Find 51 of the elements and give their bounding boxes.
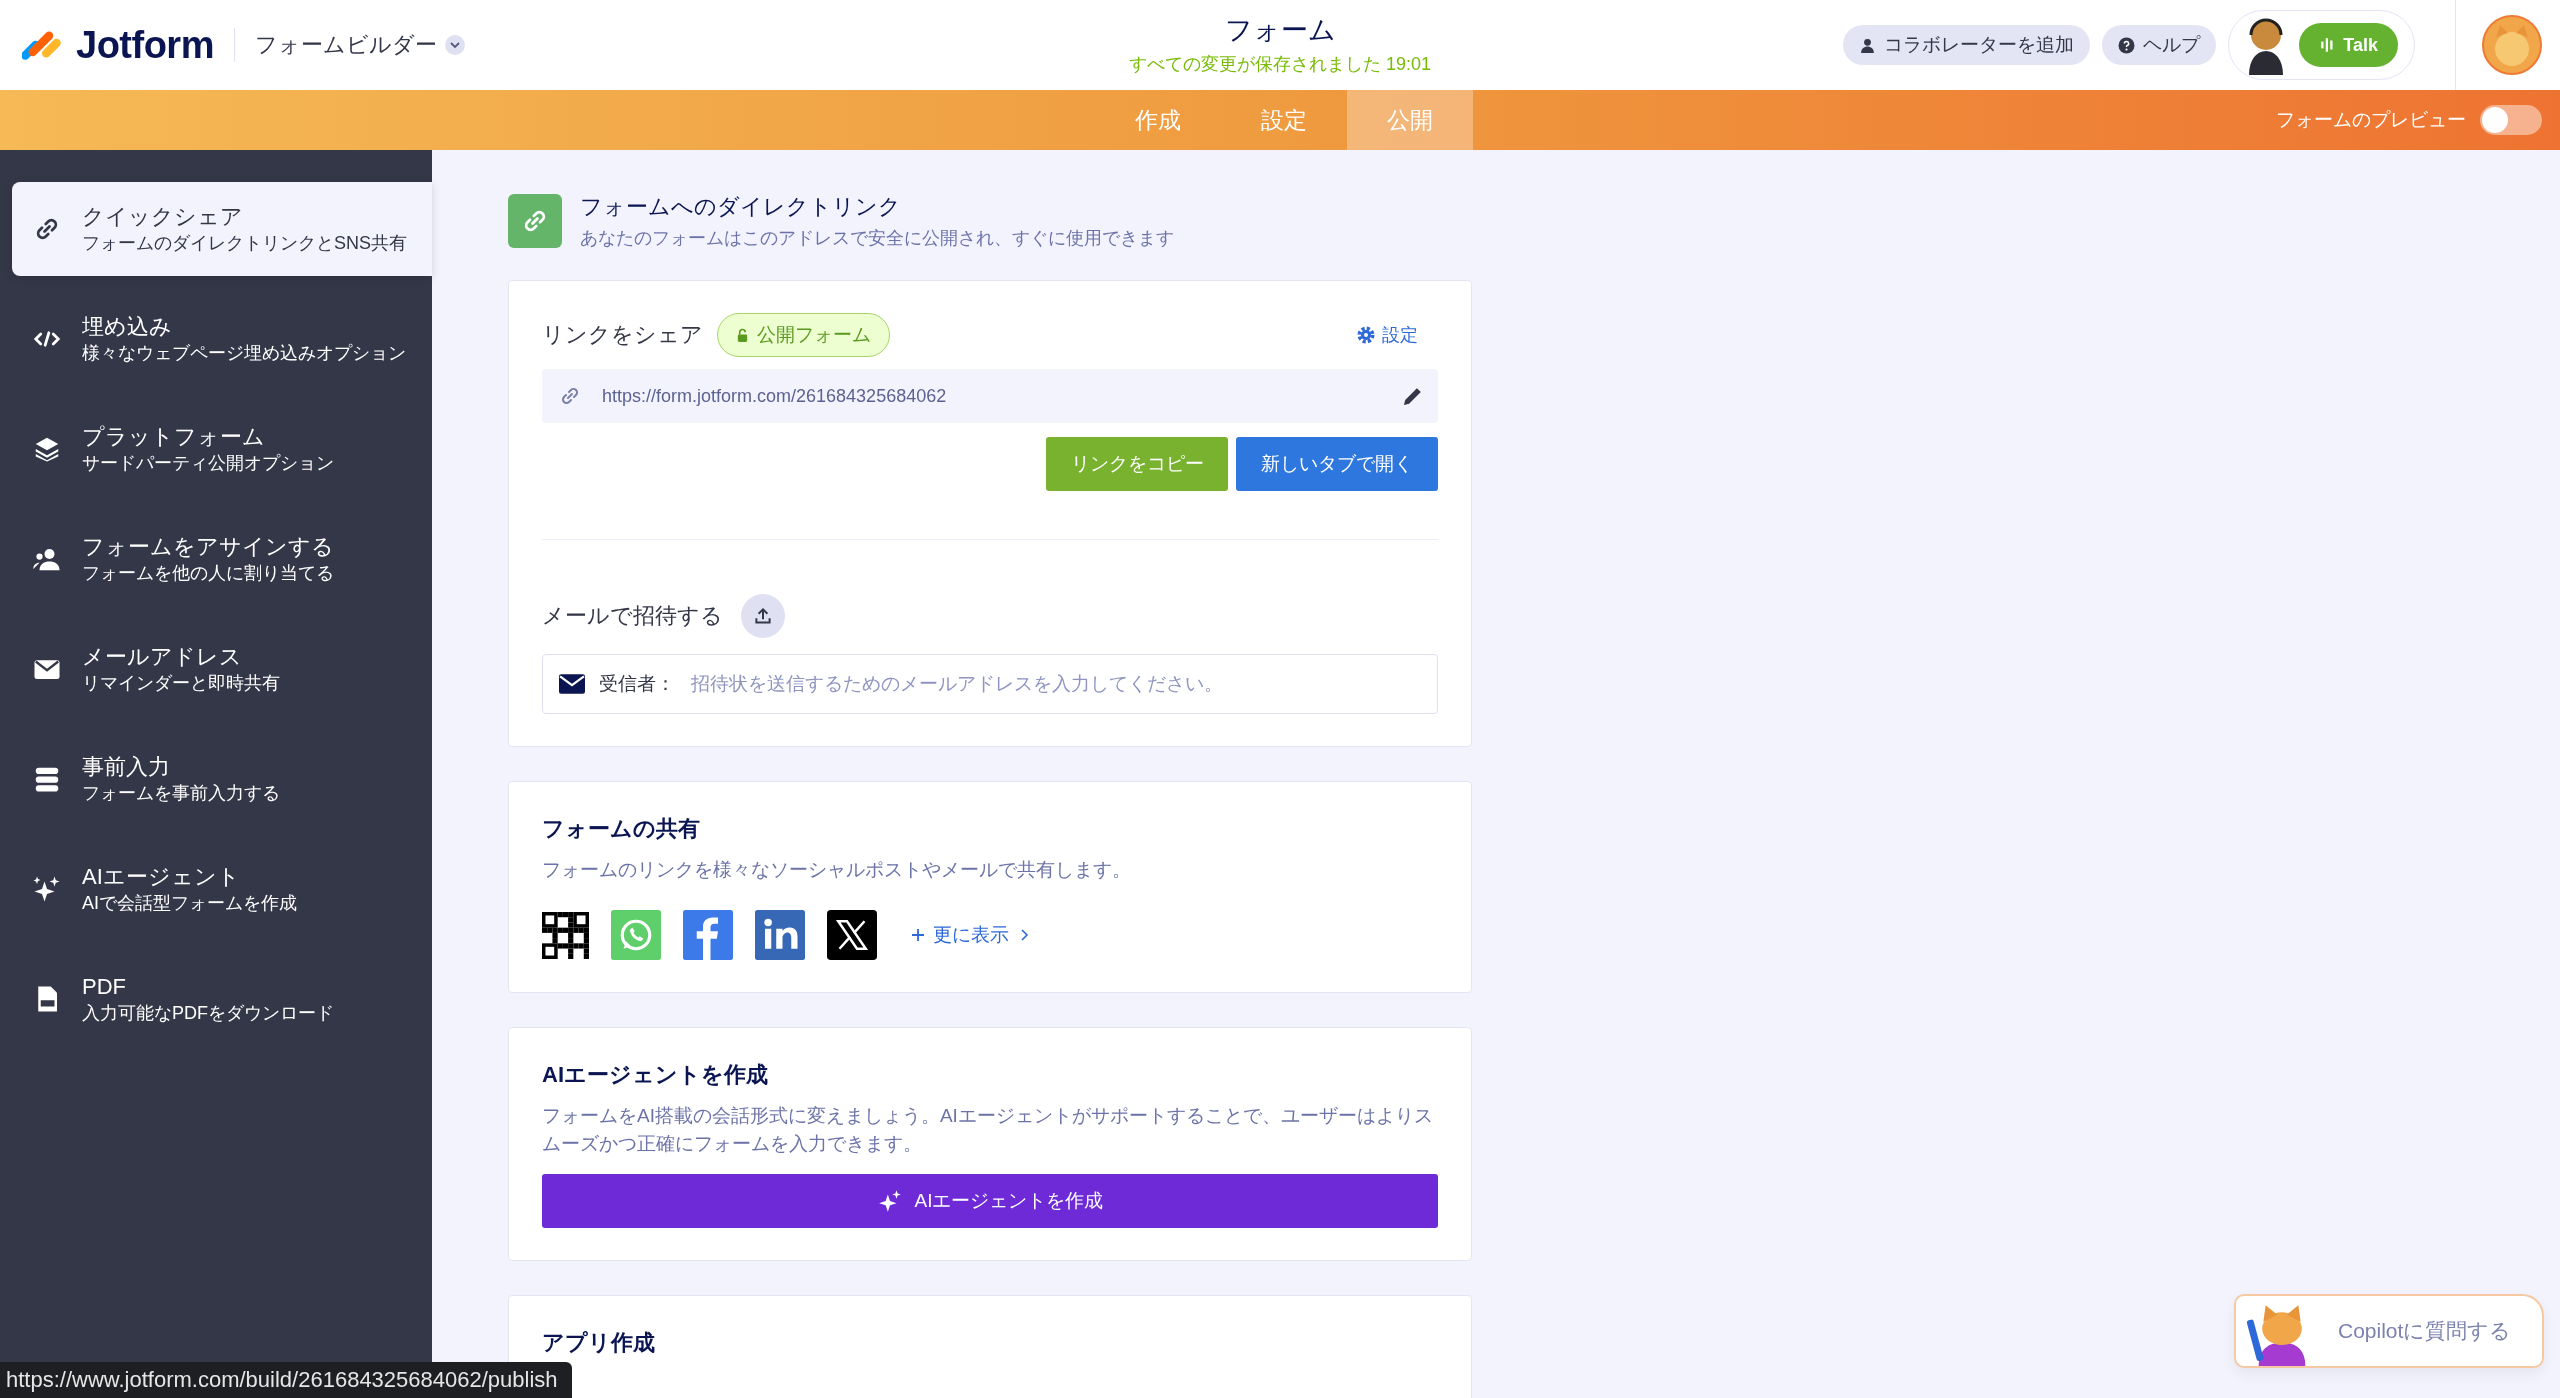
status-url: https://www.jotform.com/build/261684325684062/publish: [0, 1362, 572, 1398]
share-link-title: リンクをシェア: [542, 321, 703, 349]
user-avatar[interactable]: [2482, 15, 2542, 75]
sidebar-item[interactable]: メールアドレス リマインダーと即時共有: [12, 622, 432, 716]
sidebar-item[interactable]: PDF 入力可能なPDFをダウンロード: [12, 952, 432, 1046]
preview-toggle[interactable]: [2480, 105, 2542, 135]
linkedin-icon[interactable]: [755, 910, 805, 960]
section-title: フォームへのダイレクトリンク: [580, 193, 902, 221]
logo[interactable]: Jotform: [76, 23, 214, 67]
sidebar-item[interactable]: フォームをアサインする フォームを他の人に割り当てる: [12, 512, 432, 606]
show-more-link[interactable]: 更に表示: [911, 922, 1031, 948]
sparkle-icon: [32, 874, 62, 904]
lock-icon: [736, 327, 749, 343]
upload-button[interactable]: [741, 594, 785, 638]
x-icon[interactable]: [827, 910, 877, 960]
qr-code-icon[interactable]: [542, 911, 589, 959]
mail-icon: [559, 674, 585, 694]
open-new-tab-button[interactable]: 新しいタブで開く: [1236, 437, 1438, 491]
card-description: フォームをAI搭載の会話形式に変えましょう。AIエージェントがサポートすることで、ユーザーはよりスムーズかつ正確にフォームを入力できます。: [542, 1104, 1434, 1156]
form-url-field[interactable]: https://form.jotform.com/261684325684062: [542, 369, 1438, 423]
help-icon: [2118, 36, 2136, 54]
sidebar-item[interactable]: クイックシェア フォームのダイレクトリンクとSNS共有: [12, 182, 432, 276]
user-icon: [1859, 36, 1877, 54]
help-button[interactable]: ヘルプ: [2102, 25, 2217, 65]
sidebar-item[interactable]: 事前入力 フォームを事前入力する: [12, 732, 432, 826]
sidebar-item[interactable]: 埋め込み 様々なウェブページ埋め込みオプション: [12, 292, 432, 386]
section-description: あなたのフォームはこのアドレスで安全に公開され、すぐに使用できます: [580, 227, 1174, 250]
add-collaborator-button[interactable]: コラボレーターを追加: [1843, 25, 2091, 65]
saved-time: 19:01: [1386, 54, 1432, 74]
card-description: フォームのリンクを様々なソーシャルポストやメールで共有します。: [542, 858, 1132, 882]
chevron-icon: [444, 35, 465, 55]
recipient-field[interactable]: 受信者： 招待状を送信するためのメールアドレスを入力してください。: [542, 654, 1438, 714]
create-ai-agent-button[interactable]: AIエージェントを作成: [542, 1174, 1438, 1228]
settings-icon: [1356, 325, 1376, 345]
invite-title: メールで招待する: [542, 602, 723, 630]
copilot-button[interactable]: Copilotに質問する: [2234, 1294, 2544, 1368]
card-title: アプリ作成: [542, 1329, 656, 1357]
sidebar-item[interactable]: AIエージェント AIで会話型フォームを作成: [12, 842, 432, 936]
plus-icon: [911, 928, 925, 942]
card-title: AIエージェントを作成: [542, 1061, 769, 1089]
preview-label: フォームのプレビュー: [2276, 108, 2466, 132]
facebook-icon[interactable]: [683, 910, 733, 960]
public-form-badge: 公開フォーム: [717, 313, 890, 357]
recipient-label: 受信者：: [599, 672, 675, 696]
card-title: フォームの共有: [542, 815, 701, 843]
settings-link[interactable]: 設定: [1356, 323, 1418, 347]
builder-menu[interactable]: フォームビルダー: [254, 30, 465, 60]
form-title[interactable]: フォーム: [1128, 12, 1432, 48]
sidebar-item[interactable]: プラットフォーム サードパーティ公開オプション: [12, 402, 432, 496]
saved-status: すべての変更が保存されました: [1128, 54, 1381, 74]
upload-icon: [752, 605, 774, 627]
